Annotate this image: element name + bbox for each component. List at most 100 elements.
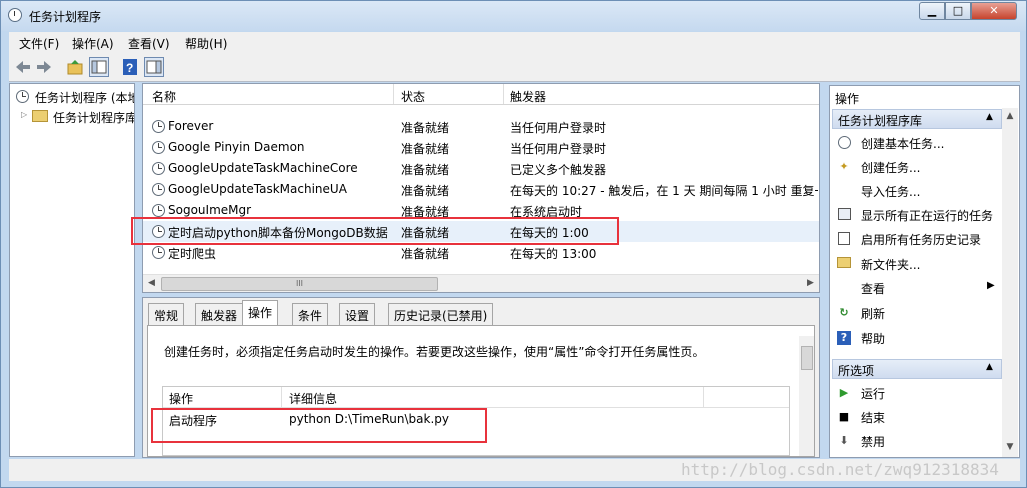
show-hide-tree-icon[interactable] [89, 57, 109, 77]
menu-action[interactable]: 操作(A) [72, 35, 114, 52]
action-create-task[interactable]: ✦ 创建任务... [834, 156, 1002, 178]
task-name: Forever [168, 119, 214, 133]
expand-arrow-icon[interactable]: ▷ [21, 110, 27, 119]
task-row[interactable]: GoogleUpdateTaskMachineUA 准备就绪 在每天的 10:2… [143, 179, 819, 200]
action-run[interactable]: ▶ 运行 [834, 382, 1002, 404]
horizontal-scrollbar[interactable]: ◀ III ▶ [143, 274, 819, 292]
action-import-task[interactable]: 导入任务... [834, 180, 1002, 202]
forward-arrow-icon[interactable] [34, 57, 54, 77]
task-status: 准备就绪 [401, 142, 450, 156]
column-divider [393, 84, 394, 104]
help-book-icon[interactable]: ? [120, 57, 140, 77]
action-disable[interactable]: ⬇ 禁用 [834, 430, 1002, 452]
task-row[interactable]: 定时爬虫 准备就绪 在每天的 13:00 [143, 242, 819, 263]
view-icon [837, 281, 851, 295]
highlight-box [151, 408, 487, 443]
disable-icon: ⬇ [839, 434, 849, 447]
scrollbar-thumb[interactable] [801, 346, 813, 370]
column-divider [281, 387, 282, 407]
menu-bar: 文件(F) 操作(A) 查看(V) 帮助(H) [9, 32, 1020, 54]
new-folder-icon [837, 257, 851, 271]
show-hide-actions-icon[interactable] [144, 57, 164, 77]
scroll-right-icon[interactable]: ▶ [802, 275, 819, 292]
task-name: Google Pinyin Daemon [168, 140, 305, 154]
actions-panel: 操作 任务计划程序库 ▲ 创建基本任务... ✦ 创建任务... 导入任务...… [829, 85, 1020, 458]
column-divider [503, 84, 504, 104]
up-folder-icon[interactable] [65, 57, 85, 77]
task-name: SogouImeMgr [168, 203, 252, 217]
section-task-library[interactable]: 任务计划程序库 ▲ [832, 109, 1002, 129]
tab-history[interactable]: 历史记录(已禁用) [388, 303, 494, 325]
column-divider [703, 387, 704, 407]
collapse-icon[interactable]: ▲ [986, 362, 993, 372]
actions-vertical-scrollbar[interactable]: ▲ ▼ [1002, 108, 1018, 457]
toolbar: ? [9, 53, 1020, 82]
title-bar: 任务计划程序 ▁ □ ✕ [1, 1, 1026, 31]
action-create-basic-task[interactable]: 创建基本任务... [834, 132, 1002, 154]
menu-view[interactable]: 查看(V) [128, 35, 170, 52]
tab-triggers[interactable]: 触发器 [195, 303, 244, 325]
collapse-icon[interactable]: ▲ [986, 112, 993, 122]
create-task-icon: ✦ [839, 160, 849, 173]
action-end[interactable]: ■ 结束 [834, 406, 1002, 428]
section-selected-item[interactable]: 所选项 ▲ [832, 359, 1002, 379]
task-trigger: 在每天的 13:00 [510, 247, 597, 261]
task-row[interactable]: GoogleUpdateTaskMachineCore 准备就绪 已定义多个触发… [143, 158, 819, 179]
close-button[interactable]: ✕ [971, 2, 1017, 20]
action-new-folder[interactable]: 新文件夹... [834, 253, 1002, 275]
scroll-up-icon[interactable]: ▲ [1002, 108, 1018, 125]
minimize-button[interactable]: ▁ [919, 2, 945, 20]
history-icon [837, 232, 851, 246]
scroll-down-icon[interactable]: ▼ [1002, 439, 1018, 456]
column-action[interactable]: 操作 [169, 390, 193, 407]
column-status[interactable]: 状态 [401, 88, 425, 105]
window-title: 任务计划程序 [29, 10, 102, 24]
task-row[interactable]: Forever 准备就绪 当任何用户登录时 [143, 116, 819, 137]
menu-file[interactable]: 文件(F) [19, 35, 59, 52]
column-trigger[interactable]: 触发器 [510, 88, 546, 105]
task-status: 准备就绪 [401, 121, 450, 135]
action-show-running-tasks[interactable]: 显示所有正在运行的任务 [834, 204, 1002, 226]
tab-actions[interactable]: 操作 [242, 300, 279, 326]
task-trigger: 当任何用户登录时 [510, 121, 607, 135]
task-name: 定时爬虫 [168, 247, 217, 261]
vertical-scrollbar[interactable] [799, 336, 814, 456]
section-title: 任务计划程序库 [838, 114, 923, 128]
section-title: 所选项 [838, 364, 875, 378]
import-task-icon [837, 184, 851, 198]
scroll-left-icon[interactable]: ◀ [143, 275, 160, 292]
actions-table-header: 操作 详细信息 [163, 387, 789, 408]
task-list-header: 名称 状态 触发器 [143, 84, 819, 105]
scrollbar-thumb[interactable]: III [161, 277, 438, 291]
refresh-icon: ↻ [839, 306, 849, 319]
action-refresh[interactable]: ↻ 刷新 [834, 302, 1002, 324]
column-details[interactable]: 详细信息 [289, 390, 337, 407]
back-arrow-icon[interactable] [13, 57, 33, 77]
task-row[interactable]: Google Pinyin Daemon 准备就绪 当任何用户登录时 [143, 137, 819, 158]
task-status: 准备就绪 [401, 184, 450, 198]
column-name[interactable]: 名称 [152, 88, 176, 105]
watermark: http://blog.csdn.net/zwq912318834 [681, 460, 999, 479]
action-view[interactable]: 查看 ▶ [834, 277, 1002, 299]
action-help[interactable]: ? 帮助 [834, 327, 1002, 349]
action-enable-history[interactable]: 启用所有任务历史记录 [834, 228, 1002, 250]
task-trigger: 已定义多个触发器 [510, 163, 607, 177]
actions-panel-title-bar: 操作 [830, 86, 1019, 106]
tab-settings[interactable]: 设置 [339, 303, 376, 325]
task-trigger: 当任何用户登录时 [510, 142, 607, 156]
task-name: GoogleUpdateTaskMachineUA [168, 182, 347, 196]
tree-root-scheduler[interactable]: 任务计划程序 (本地) [35, 89, 134, 106]
menu-help[interactable]: 帮助(H) [185, 35, 227, 52]
maximize-button[interactable]: □ [945, 2, 971, 20]
clock-icon [152, 120, 165, 133]
task-status: 准备就绪 [401, 247, 450, 261]
navigation-tree: 任务计划程序 (本地) ▷ 任务计划程序库 [9, 83, 135, 457]
create-basic-task-icon [837, 136, 851, 150]
tab-general[interactable]: 常规 [148, 303, 185, 325]
help-icon: ? [837, 331, 851, 345]
clock-icon [16, 90, 29, 103]
tab-conditions[interactable]: 条件 [292, 303, 329, 325]
highlight-box [131, 217, 619, 245]
tree-item-library[interactable]: 任务计划程序库 [53, 109, 134, 126]
submenu-arrow-icon: ▶ [987, 280, 995, 291]
